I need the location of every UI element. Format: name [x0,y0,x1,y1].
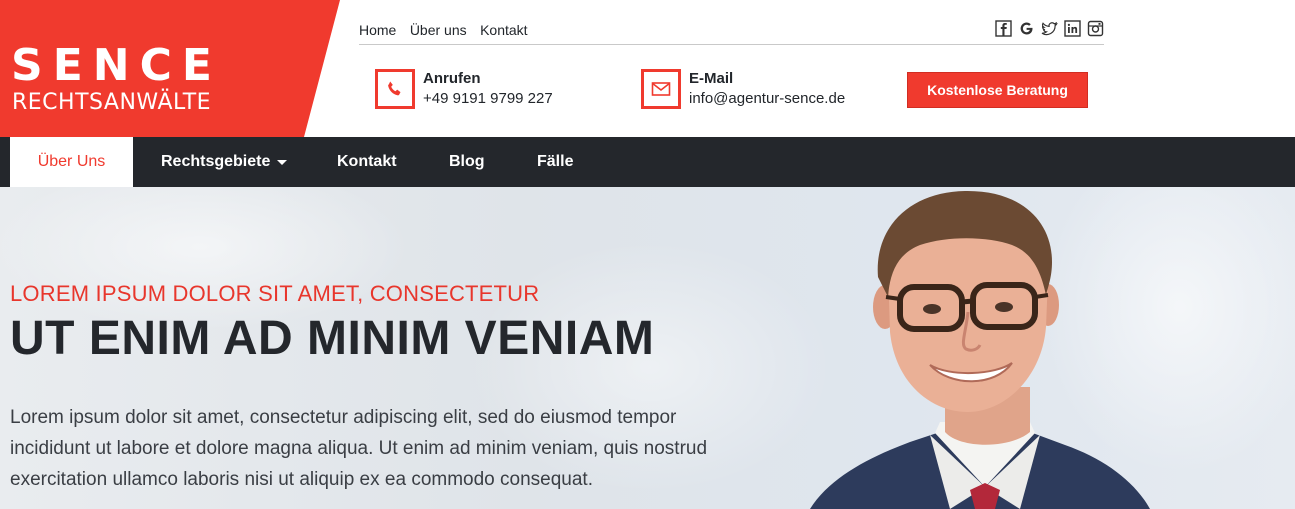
free-consultation-button[interactable]: Kostenlose Beratung [907,72,1088,108]
phone-number[interactable]: +49 9191 9799 227 [423,89,553,108]
instagram-icon[interactable] [1087,20,1104,37]
envelope-icon [641,69,681,109]
phone-label: Anrufen [423,70,481,87]
lawyer-portrait-image [810,190,1150,509]
topnav-contact[interactable]: Kontakt [480,19,527,41]
phone-icon [375,69,415,109]
contact-email[interactable]: E-Mail info@agentur-sence.de [641,69,845,109]
nav-item-practice-areas[interactable]: Rechtsgebiete [161,137,288,187]
nav-item-practice-areas-label: Rechtsgebiete [161,153,271,170]
email-address[interactable]: info@agentur-sence.de [689,89,845,108]
hero-lead-text: Lorem ipsum dolor sit amet, consectetur … [10,407,708,490]
site-header: SENCE RECHTSANWÄLTE Home Über uns Kontak… [0,0,1295,137]
main-navigation: Über Uns Rechtsgebiete Kontakt Blog Fäll… [0,137,1295,187]
topnav-home[interactable]: Home [359,19,396,41]
topnav-about[interactable]: Über uns [410,19,467,41]
contact-phone[interactable]: Anrufen +49 9191 9799 227 [375,69,553,109]
nav-item-blog[interactable]: Blog [449,137,485,187]
logo-title: SENCE [11,40,222,91]
google-icon[interactable] [1018,20,1035,37]
caret-down-icon [277,159,288,165]
email-label: E-Mail [689,70,734,87]
hero-section: LOREM IPSUM DOLOR SIT AMET, CONSECTETUR … [0,187,1295,509]
top-navigation: Home Über uns Kontakt [359,19,1104,45]
logo-tagline: RECHTSANWÄLTE [12,90,212,115]
linkedin-icon[interactable] [1064,20,1081,37]
logo[interactable]: SENCE RECHTSANWÄLTE [0,0,340,137]
nav-item-about[interactable]: Über Uns [10,137,133,187]
nav-item-contact[interactable]: Kontakt [337,137,397,187]
nav-item-cases[interactable]: Fälle [537,137,573,187]
twitter-icon[interactable] [1041,20,1058,37]
hero-kicker: LOREM IPSUM DOLOR SIT AMET, CONSECTETUR [10,281,540,306]
facebook-icon[interactable] [995,20,1012,37]
social-links [995,20,1104,37]
hero-headline: UT ENIM AD MINIM VENIAM [10,312,655,365]
